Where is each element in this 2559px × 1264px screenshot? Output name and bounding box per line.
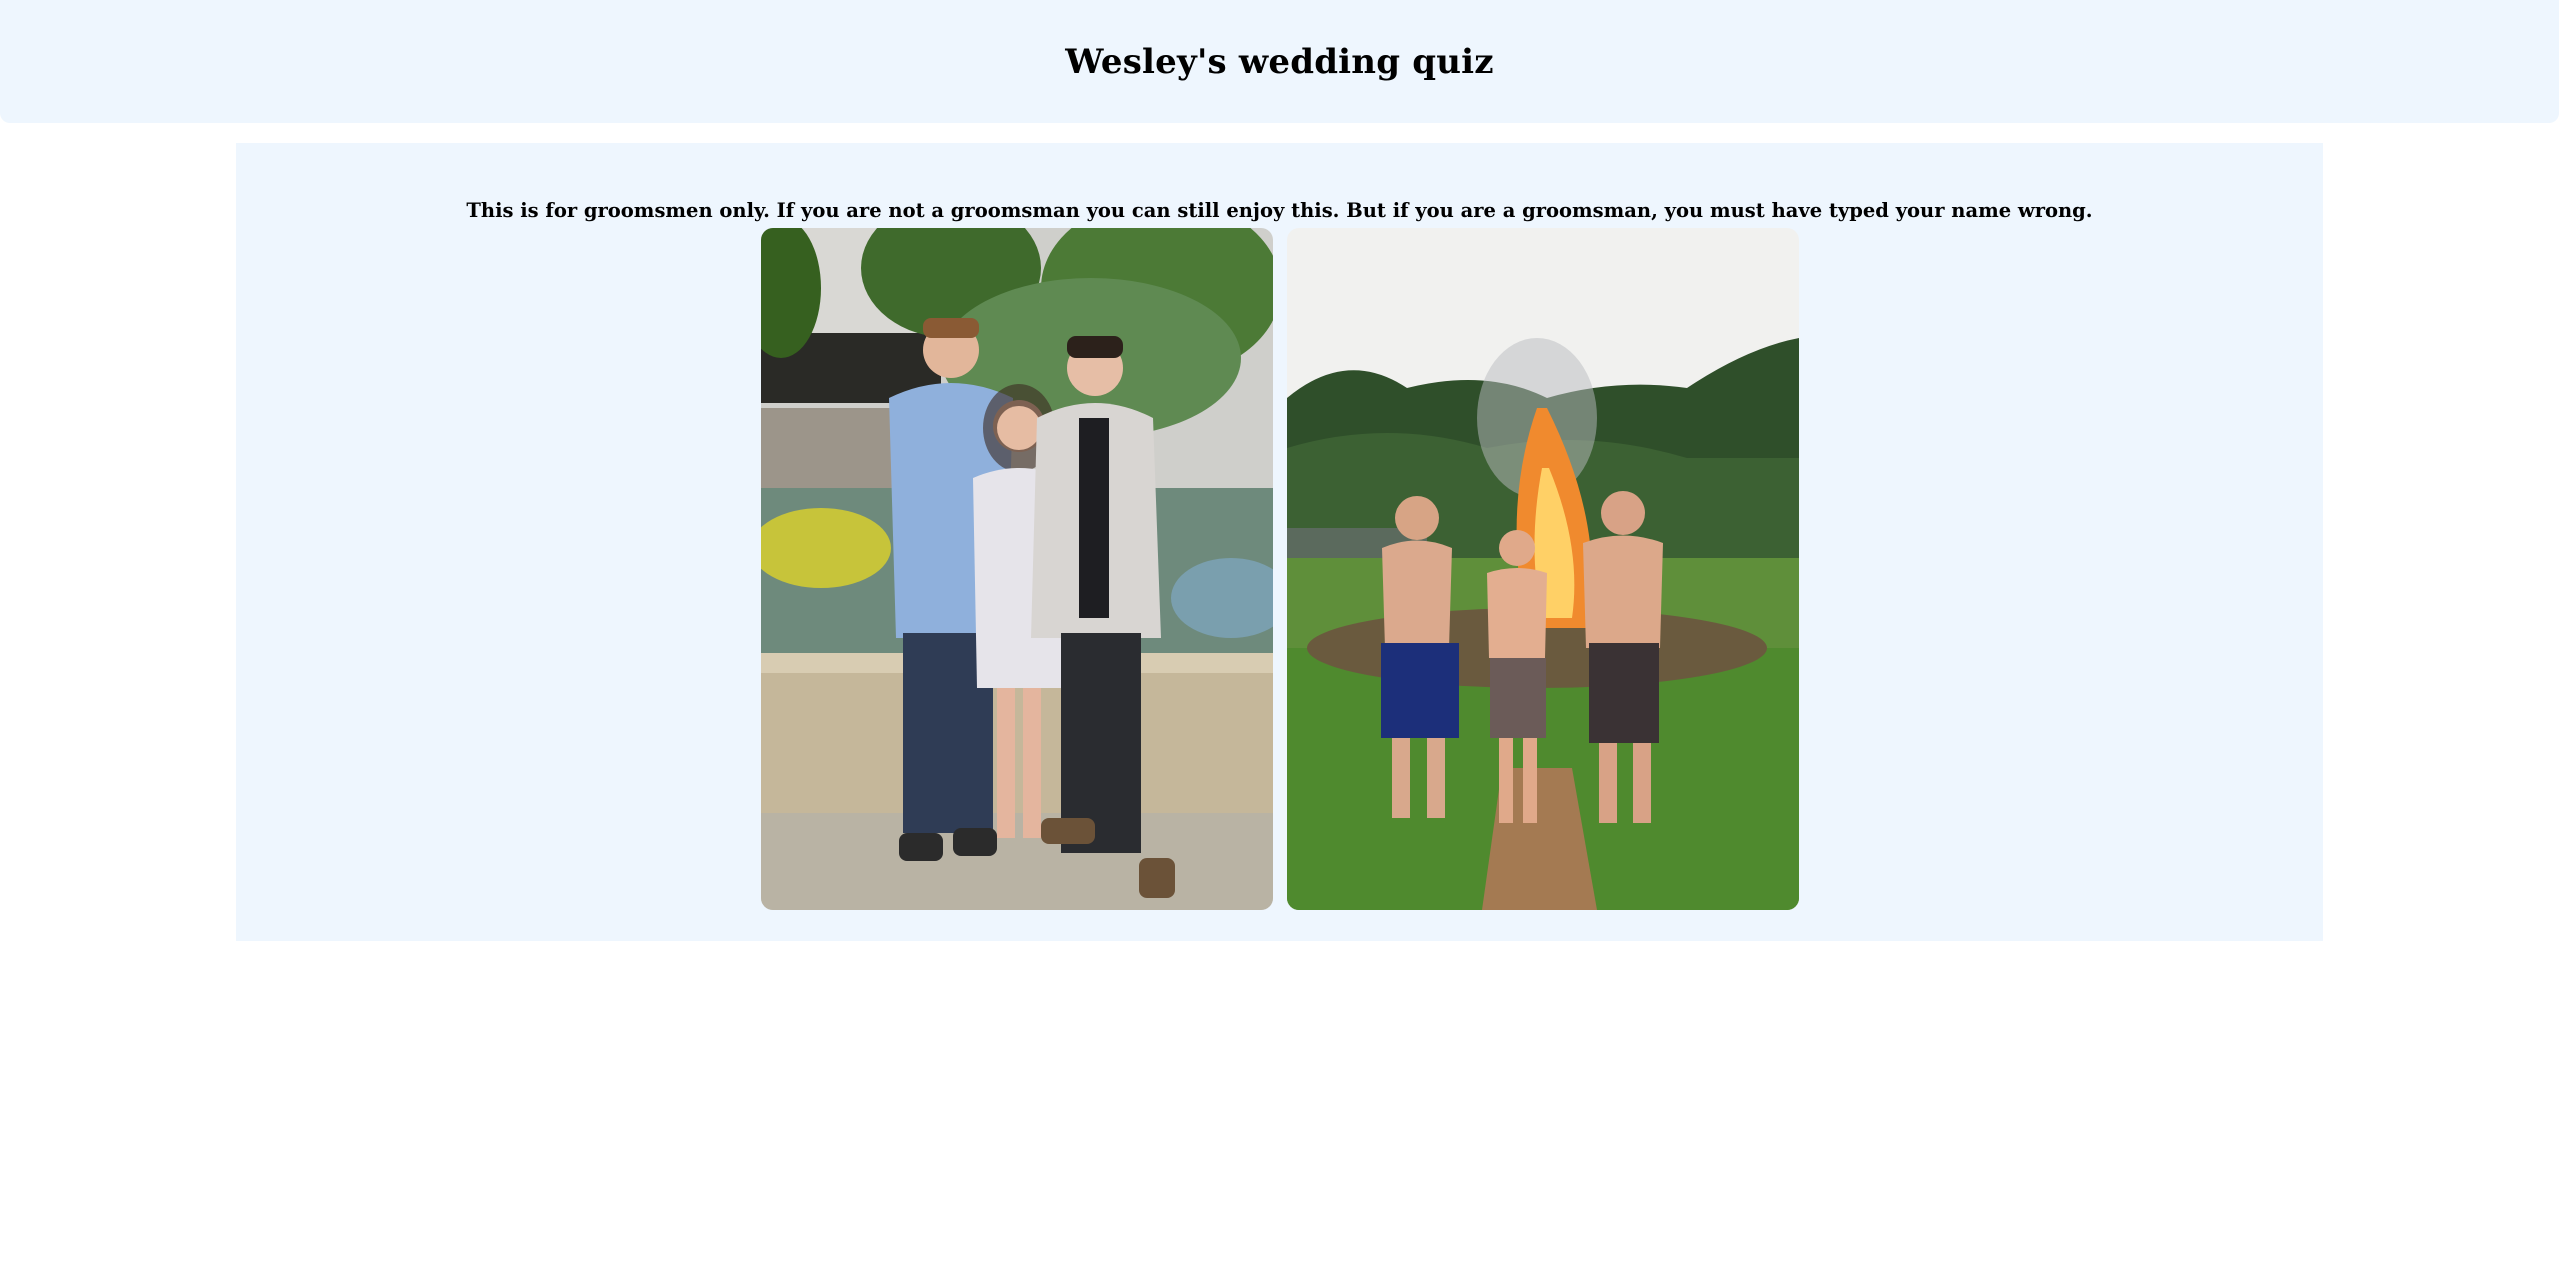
bonfire-group-photo: [1287, 228, 1799, 910]
page-header: Wesley's wedding quiz: [0, 0, 2559, 123]
groomsmen-notice: This is for groomsmen only. If you are n…: [466, 198, 2093, 222]
garden-group-photo: [761, 228, 1273, 910]
page-title: Wesley's wedding quiz: [1065, 41, 1494, 82]
content-panel: This is for groomsmen only. If you are n…: [236, 143, 2323, 941]
